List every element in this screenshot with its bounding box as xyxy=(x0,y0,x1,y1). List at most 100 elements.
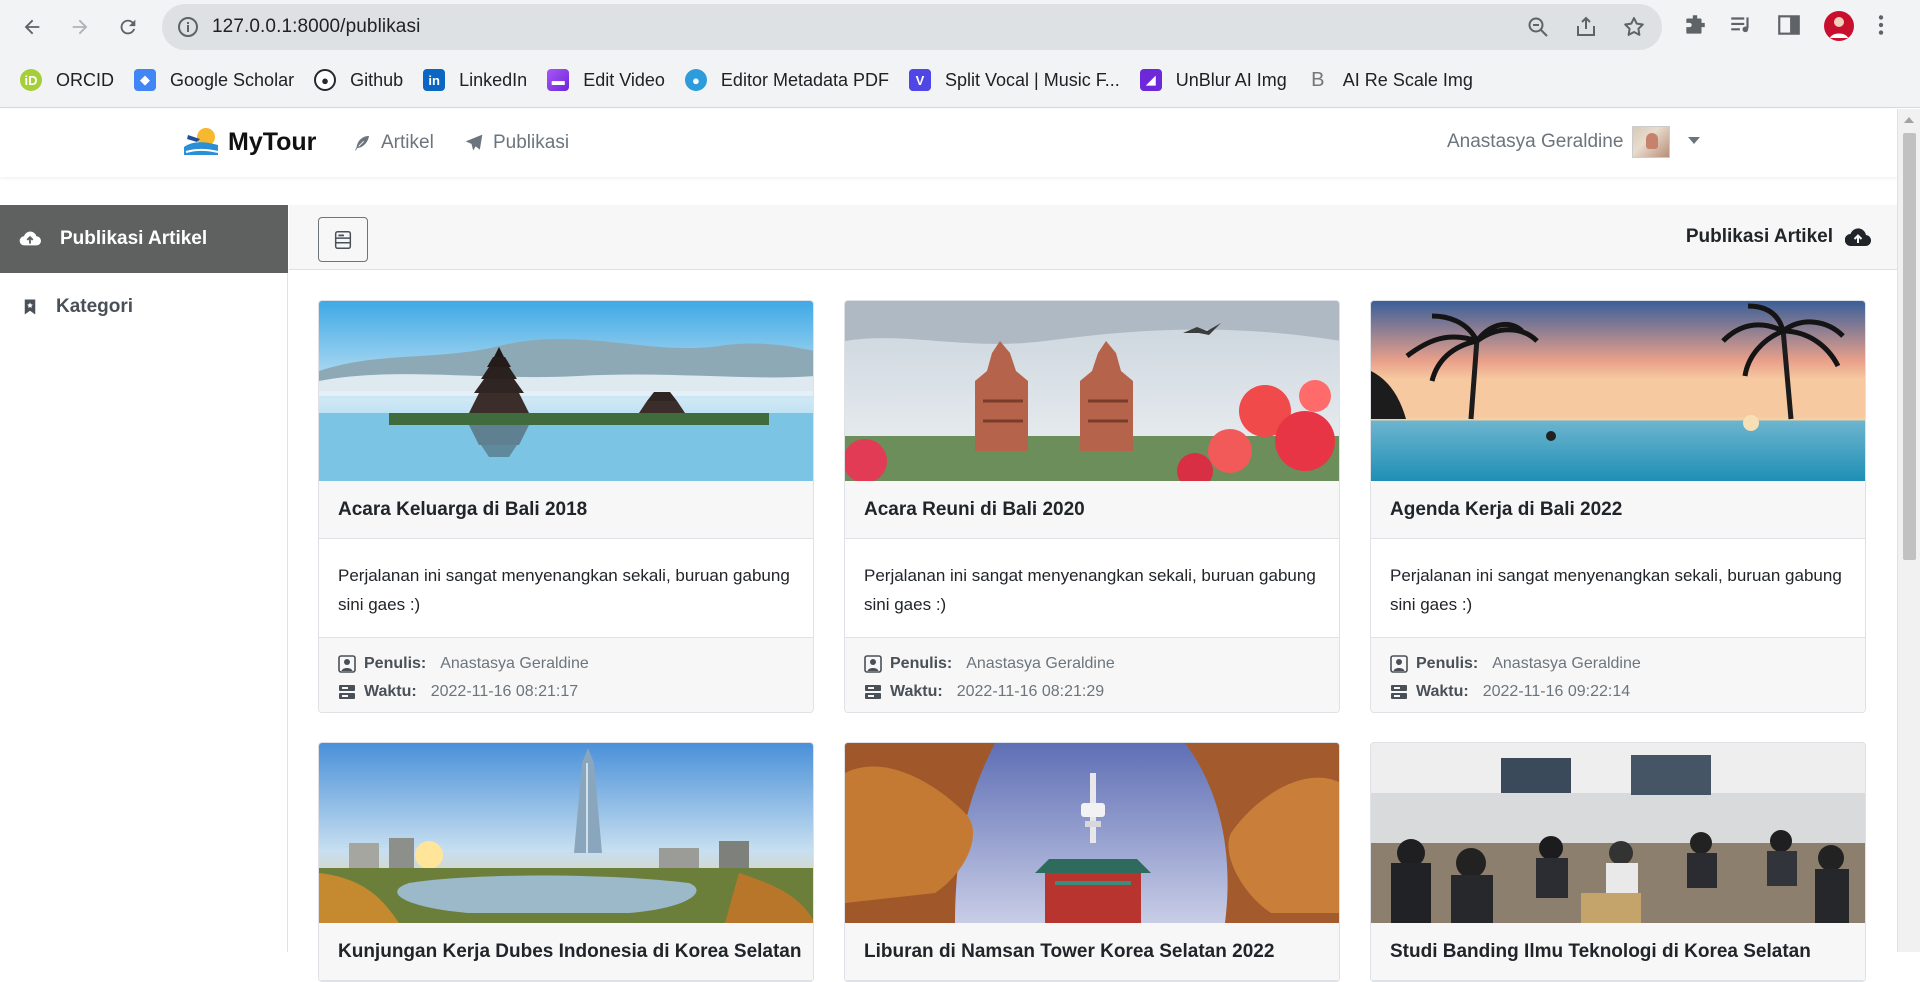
author-row: Penulis: Anastasya Geraldine xyxy=(864,650,1320,678)
article-card[interactable]: Kunjungan Kerja Dubes Indonesia di Korea… xyxy=(318,742,814,982)
server-icon xyxy=(865,685,881,699)
article-card[interactable]: Acara Keluarga di Bali 2018 Perjalanan i… xyxy=(318,300,814,713)
bookmark-editor-metadata-pdf[interactable]: ● Editor Metadata PDF xyxy=(684,69,889,91)
cloud-upload-icon xyxy=(1845,228,1871,247)
scrollbar-thumb[interactable] xyxy=(1903,133,1916,560)
extensions-icon[interactable] xyxy=(1682,12,1710,40)
chevron-down-icon[interactable] xyxy=(1688,137,1700,144)
unblur-icon: ◢ xyxy=(1139,69,1162,91)
back-icon[interactable] xyxy=(16,10,48,44)
chrome-menu-icon[interactable] xyxy=(1868,12,1896,40)
nav-publikasi-link[interactable]: Publikasi xyxy=(464,132,569,154)
article-image-bali-temple[interactable] xyxy=(319,301,813,481)
sidebar: Publikasi Artikel Kategori xyxy=(0,205,288,952)
article-card[interactable]: Studi Banding Ilmu Teknologi di Korea Se… xyxy=(1370,742,1866,982)
clapper-icon: ▬ xyxy=(547,69,570,91)
bookmark-google-scholar[interactable]: ◆ Google Scholar xyxy=(134,69,294,91)
mytour-logo-icon xyxy=(184,128,219,155)
server-icon xyxy=(1391,685,1407,699)
article-title[interactable]: Acara Keluarga di Bali 2018 xyxy=(319,481,813,539)
article-card[interactable]: Agenda Kerja di Bali 2022 Perjalanan ini… xyxy=(1370,300,1866,713)
user-icon xyxy=(1390,655,1408,673)
article-image-seoul-skyline[interactable] xyxy=(319,743,813,923)
article-image-study-room[interactable] xyxy=(1371,743,1865,923)
article-meta: Penulis: Anastasya Geraldine Waktu: 2022… xyxy=(845,637,1339,712)
sidebar-item-kategori[interactable]: Kategori xyxy=(0,273,288,341)
article-card[interactable]: Liburan di Namsan Tower Korea Selatan 20… xyxy=(844,742,1340,982)
v-icon: V xyxy=(909,69,931,91)
sidebar-toggle-button[interactable] xyxy=(318,217,368,262)
post-time: 2022-11-16 08:21:29 xyxy=(956,683,1105,700)
site-info-icon[interactable] xyxy=(176,15,200,39)
bookmark-github[interactable]: ● Github xyxy=(314,69,403,91)
article-title[interactable]: Studi Banding Ilmu Teknologi di Korea Se… xyxy=(1371,923,1865,981)
bookmark-icon xyxy=(24,299,36,315)
bookmarks-bar: iD ORCID ◆ Google Scholar ● Github in Linked… xyxy=(0,62,1473,98)
user-icon xyxy=(864,655,882,673)
author-name: Anastasya Geraldine xyxy=(966,655,1115,672)
url-text[interactable]: 127.0.0.1:8000/publikasi xyxy=(212,16,420,38)
author-label: Penulis: xyxy=(1416,655,1479,672)
article-excerpt: Perjalanan ini sangat menyenangkan sekal… xyxy=(338,566,790,614)
author-name: Anastasya Geraldine xyxy=(440,655,589,672)
article-title[interactable]: Liburan di Namsan Tower Korea Selatan 20… xyxy=(845,923,1339,981)
avatar[interactable] xyxy=(1632,126,1670,158)
bookmark-linkedin[interactable]: in LinkedIn xyxy=(423,69,527,91)
reload-icon[interactable] xyxy=(112,10,144,44)
zoom-icon[interactable] xyxy=(1526,15,1550,39)
bookmark-ai-rescale[interactable]: B AI Re Scale Img xyxy=(1307,69,1473,91)
article-title[interactable]: Agenda Kerja di Bali 2022 xyxy=(1371,481,1865,539)
author-label: Penulis: xyxy=(364,655,427,672)
bookmark-unblur[interactable]: ◢ UnBlur AI Img xyxy=(1139,69,1287,91)
bookmark-split-vocal[interactable]: V Split Vocal | Music F... xyxy=(909,69,1120,91)
time-row: Waktu: 2022-11-16 09:22:14 xyxy=(1390,678,1846,706)
media-control-icon[interactable] xyxy=(1728,12,1756,40)
scholar-icon: ◆ xyxy=(134,69,156,91)
time-label: Waktu: xyxy=(1416,683,1469,700)
forward-icon[interactable] xyxy=(64,10,96,44)
article-title[interactable]: Acara Reuni di Bali 2020 xyxy=(845,481,1339,539)
article-image-bali-gate[interactable] xyxy=(845,301,1339,481)
post-time: 2022-11-16 09:22:14 xyxy=(1482,683,1631,700)
post-time: 2022-11-16 08:21:17 xyxy=(430,683,579,700)
server-icon xyxy=(339,685,355,699)
author-row: Penulis: Anastasya Geraldine xyxy=(338,650,794,678)
time-label: Waktu: xyxy=(364,683,417,700)
browser-chrome: 127.0.0.1:8000/publikasi iD ORCID ◆ Google… xyxy=(0,0,1920,108)
app-navbar: MyTour Artikel Publikasi Anastasya Geral… xyxy=(0,109,1897,177)
orcid-icon: iD xyxy=(20,69,42,91)
article-card[interactable]: Acara Reuni di Bali 2020 Perjalanan ini … xyxy=(844,300,1340,713)
author-label: Penulis: xyxy=(890,655,953,672)
sidebar-item-publikasi-artikel[interactable]: Publikasi Artikel xyxy=(0,205,288,273)
article-title[interactable]: Kunjungan Kerja Dubes Indonesia di Korea… xyxy=(319,923,813,981)
author-row: Penulis: Anastasya Geraldine xyxy=(1390,650,1846,678)
scroll-up-icon[interactable] xyxy=(1904,117,1914,123)
user-name[interactable]: Anastasya Geraldine xyxy=(1447,131,1623,153)
content-header: Publikasi Artikel xyxy=(289,205,1897,270)
cloud-upload-icon xyxy=(19,231,41,246)
github-icon: ● xyxy=(314,69,337,91)
linkedin-icon: in xyxy=(423,69,446,91)
author-name: Anastasya Geraldine xyxy=(1492,655,1641,672)
page-title: Publikasi Artikel xyxy=(1686,226,1871,248)
paper-plane-icon xyxy=(465,134,483,151)
feather-icon xyxy=(353,135,370,152)
article-excerpt: Perjalanan ini sangat menyenangkan sekal… xyxy=(1390,566,1842,614)
bookmark-edit-video[interactable]: ▬ Edit Video xyxy=(547,69,665,91)
article-image-bali-pool[interactable] xyxy=(1371,301,1865,481)
article-meta: Penulis: Anastasya Geraldine Waktu: 2022… xyxy=(1371,637,1865,712)
brand-link[interactable]: MyTour xyxy=(182,125,316,159)
article-excerpt: Perjalanan ini sangat menyenangkan sekal… xyxy=(864,566,1316,614)
page-scrollbar[interactable] xyxy=(1897,109,1920,952)
profile-avatar-icon[interactable] xyxy=(1824,11,1854,41)
people-icon: ● xyxy=(684,69,707,91)
bookmark-star-icon[interactable] xyxy=(1622,15,1646,39)
side-panel-icon[interactable] xyxy=(1776,12,1804,40)
bookmark-orcid[interactable]: iD ORCID xyxy=(20,69,114,91)
article-image-namsan-tower[interactable] xyxy=(845,743,1339,923)
nav-artikel-link[interactable]: Artikel xyxy=(352,132,434,154)
address-bar[interactable]: 127.0.0.1:8000/publikasi xyxy=(162,4,1662,50)
time-row: Waktu: 2022-11-16 08:21:29 xyxy=(864,678,1320,706)
share-icon[interactable] xyxy=(1574,15,1598,39)
main-content: Publikasi Artikel Acara Keluarga di Bali… xyxy=(289,205,1897,982)
